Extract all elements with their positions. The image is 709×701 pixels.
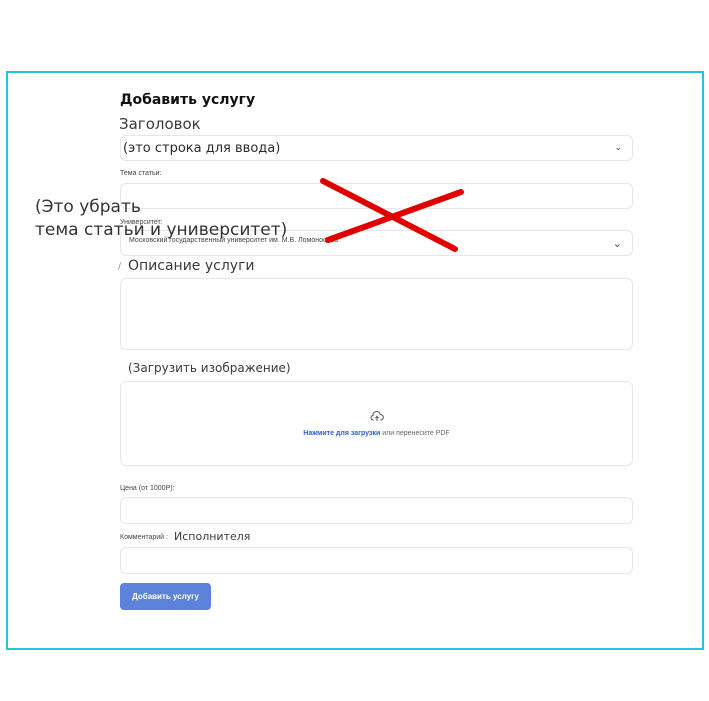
topic-label: Тема статьи: — [120, 170, 162, 177]
heading-select-value: (это строка для ввода) — [123, 141, 281, 156]
form-title: Добавить услугу — [120, 92, 256, 108]
upload-hint: Нажмите для загрузки или перенесите PDF — [121, 430, 632, 437]
upload-dropzone[interactable]: Нажмите для загрузки или перенесите PDF — [120, 381, 633, 466]
description-textarea[interactable] — [120, 278, 633, 350]
description-label: Описание услуги — [128, 258, 255, 274]
comment-suffix: Исполнителя — [174, 530, 251, 543]
add-service-button[interactable]: Добавить услугу — [120, 583, 211, 610]
label-marker: / — [118, 262, 122, 272]
heading-label: Заголовок — [119, 115, 201, 133]
upload-label: (Загрузить изображение) — [128, 361, 291, 375]
chevron-down-icon: ⌄ — [614, 143, 622, 153]
annotation-line-2: тема статьи и университет) — [35, 220, 288, 240]
upload-hint-text: или перенесите PDF — [380, 430, 450, 437]
upload-link[interactable]: Нажмите для загрузки — [303, 430, 380, 437]
chevron-down-icon: ⌄ — [612, 237, 622, 250]
upload-cloud-icon — [370, 410, 384, 421]
cross-mark-icon — [320, 178, 464, 252]
price-label: Цена (от 1000Р): — [120, 485, 175, 492]
annotation-line-1: (Это убрать — [35, 197, 141, 217]
price-input[interactable] — [120, 497, 633, 524]
comment-label: Комментарий : — [120, 534, 168, 541]
comment-input[interactable] — [120, 547, 633, 574]
heading-select[interactable]: (это строка для ввода) ⌄ — [120, 135, 633, 161]
